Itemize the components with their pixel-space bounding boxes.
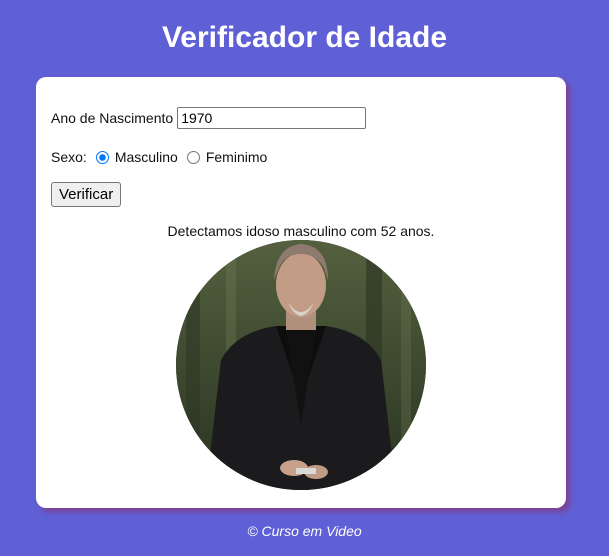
form-card: Ano de Nascimento Sexo: Masculino Femini… [36, 77, 566, 508]
page-title: Verificador de Idade [161, 21, 448, 54]
sex-row: Sexo: Masculino Feminimo [51, 149, 267, 165]
radio-feminimo[interactable] [186, 150, 200, 164]
birth-year-input[interactable] [177, 107, 367, 129]
radio-masculino-label[interactable]: Masculino [115, 149, 178, 165]
verify-button[interactable]: Verificar [51, 182, 122, 207]
result-photo [176, 240, 426, 490]
footer-credit: © Curso em Video [247, 523, 362, 539]
radio-feminimo-label[interactable]: Feminimo [206, 149, 267, 165]
birth-year-row: Ano de Nascimento [51, 107, 367, 129]
elderly-man-image [176, 240, 426, 490]
radio-masculino[interactable] [95, 150, 109, 164]
result-text: Detectamos idoso masculino com 52 anos. [167, 223, 435, 239]
sex-label: Sexo: [51, 149, 87, 165]
birth-year-label: Ano de Nascimento [51, 110, 174, 126]
